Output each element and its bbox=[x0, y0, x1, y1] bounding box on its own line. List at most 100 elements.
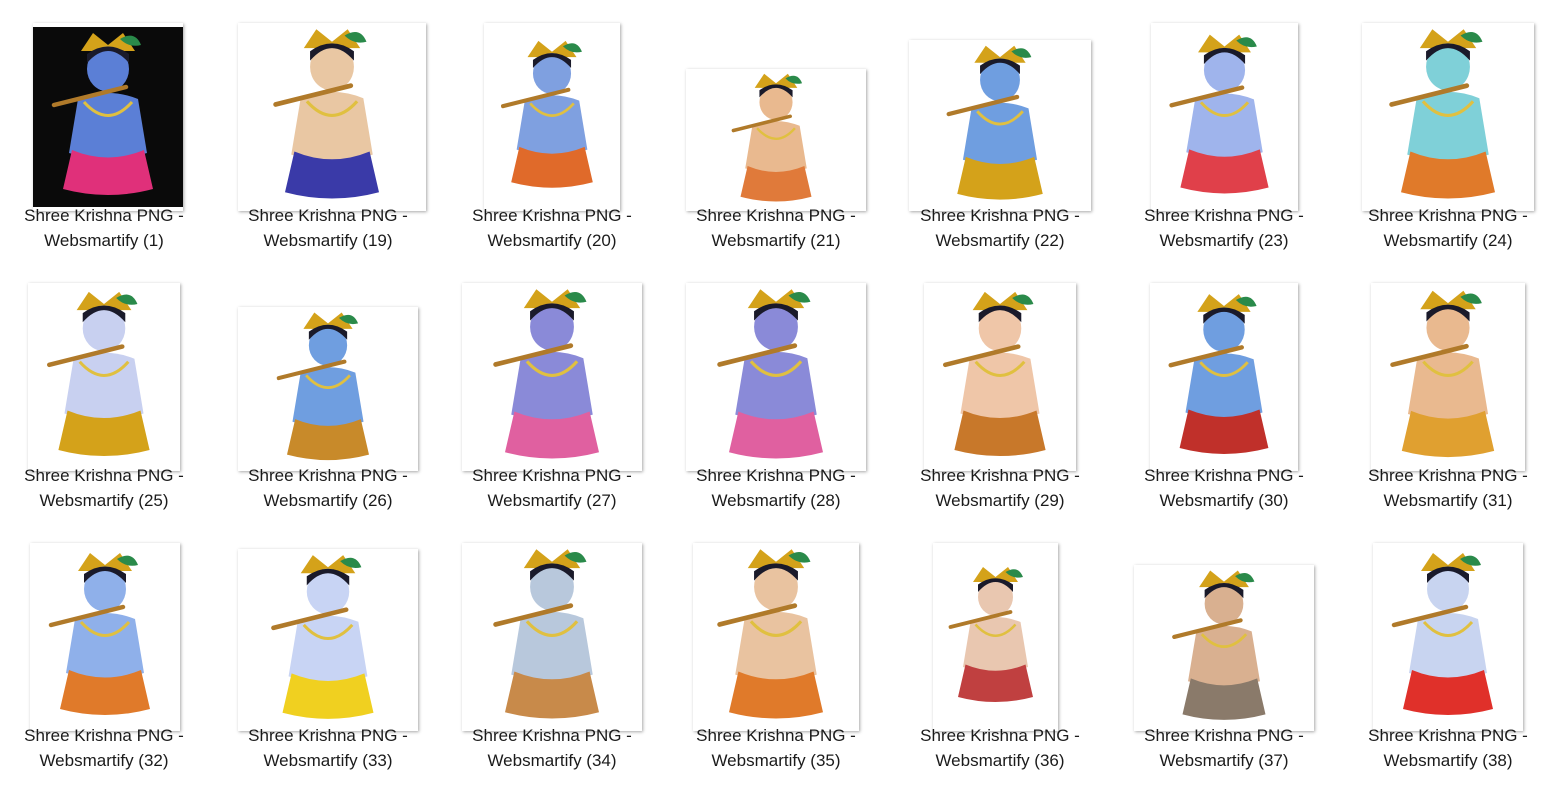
file-thumbnail[interactable] bbox=[1373, 543, 1523, 731]
file-name[interactable]: Shree Krishna PNG - Websmartify (19) bbox=[216, 203, 440, 253]
file-thumbnail[interactable] bbox=[686, 283, 866, 471]
file-name-line-1: Shree Krishna PNG - bbox=[1144, 726, 1304, 745]
thumbnail-area bbox=[216, 0, 440, 211]
file-item[interactable]: Shree Krishna PNG - Websmartify (29) bbox=[888, 260, 1112, 520]
file-thumbnail[interactable] bbox=[1371, 283, 1525, 471]
file-item[interactable]: Shree Krishna PNG - Websmartify (19) bbox=[216, 0, 440, 260]
file-thumbnail[interactable] bbox=[30, 543, 180, 731]
file-name[interactable]: Shree Krishna PNG - Websmartify (30) bbox=[1112, 463, 1336, 513]
file-name[interactable]: Shree Krishna PNG - Websmartify (26) bbox=[216, 463, 440, 513]
file-item[interactable]: Shree Krishna PNG - Websmartify (31) bbox=[1336, 260, 1547, 520]
file-grid: Shree Krishna PNG - Websmartify (1) Shree … bbox=[0, 0, 1547, 796]
thumbnail-area bbox=[1112, 260, 1336, 471]
file-item[interactable]: Shree Krishna PNG - Websmartify (25) bbox=[0, 260, 216, 520]
thumbnail-area bbox=[1112, 0, 1336, 211]
file-name[interactable]: Shree Krishna PNG - Websmartify (25) bbox=[0, 463, 216, 513]
krishna-figure-icon bbox=[253, 23, 411, 211]
file-name-line-1: Shree Krishna PNG - bbox=[1368, 726, 1528, 745]
file-item[interactable]: Shree Krishna PNG - Websmartify (36) bbox=[888, 520, 1112, 780]
file-item[interactable]: Shree Krishna PNG - Websmartify (21) bbox=[664, 0, 888, 260]
file-thumbnail[interactable] bbox=[1134, 565, 1314, 731]
file-name-line-2: Websmartify (31) bbox=[1383, 491, 1513, 510]
file-name[interactable]: Shree Krishna PNG - Websmartify (23) bbox=[1112, 203, 1336, 253]
krishna-figure-icon bbox=[30, 547, 180, 727]
file-item[interactable]: Shree Krishna PNG - Websmartify (1) bbox=[0, 0, 216, 260]
file-item[interactable]: Shree Krishna PNG - Websmartify (37) bbox=[1112, 520, 1336, 780]
file-name[interactable]: Shree Krishna PNG - Websmartify (38) bbox=[1336, 723, 1547, 773]
thumbnail-area bbox=[440, 260, 664, 471]
file-thumbnail[interactable] bbox=[909, 40, 1091, 211]
file-name[interactable]: Shree Krishna PNG - Websmartify (1) bbox=[0, 203, 216, 253]
file-thumbnail[interactable] bbox=[693, 543, 859, 731]
file-name-line-2: Websmartify (19) bbox=[263, 231, 393, 250]
krishna-figure-icon bbox=[1150, 288, 1298, 466]
file-item[interactable]: Shree Krishna PNG - Websmartify (33) bbox=[216, 520, 440, 780]
file-name[interactable]: Shree Krishna PNG - Websmartify (27) bbox=[440, 463, 664, 513]
file-thumbnail[interactable] bbox=[1362, 23, 1534, 211]
file-thumbnail[interactable] bbox=[462, 543, 642, 731]
file-thumbnail[interactable] bbox=[238, 307, 418, 471]
file-item[interactable]: Shree Krishna PNG - Websmartify (22) bbox=[888, 0, 1112, 260]
krishna-figure-icon bbox=[933, 562, 1058, 712]
krishna-figure-icon bbox=[484, 35, 620, 199]
file-item[interactable]: Shree Krishna PNG - Websmartify (20) bbox=[440, 0, 664, 260]
file-item[interactable]: Shree Krishna PNG - Websmartify (32) bbox=[0, 520, 216, 780]
file-name[interactable]: Shree Krishna PNG - Websmartify (24) bbox=[1336, 203, 1547, 253]
file-thumbnail[interactable] bbox=[238, 23, 426, 211]
krishna-figure-icon bbox=[252, 549, 404, 731]
file-name[interactable]: Shree Krishna PNG - Websmartify (36) bbox=[888, 723, 1112, 773]
file-name-line-2: Websmartify (24) bbox=[1383, 231, 1513, 250]
file-name[interactable]: Shree Krishna PNG - Websmartify (28) bbox=[664, 463, 888, 513]
file-thumbnail[interactable] bbox=[1151, 23, 1298, 211]
file-name[interactable]: Shree Krishna PNG - Websmartify (21) bbox=[664, 203, 888, 253]
file-thumbnail[interactable] bbox=[484, 23, 620, 211]
file-item[interactable]: Shree Krishna PNG - Websmartify (27) bbox=[440, 260, 664, 520]
file-item[interactable]: Shree Krishna PNG - Websmartify (35) bbox=[664, 520, 888, 780]
file-name-line-2: Websmartify (30) bbox=[1159, 491, 1289, 510]
file-name[interactable]: Shree Krishna PNG - Websmartify (34) bbox=[440, 723, 664, 773]
file-name-line-1: Shree Krishna PNG - bbox=[1368, 206, 1528, 225]
file-name-line-2: Websmartify (37) bbox=[1159, 751, 1289, 770]
krishna-figure-icon bbox=[928, 40, 1072, 211]
file-thumbnail[interactable] bbox=[686, 69, 866, 211]
file-item[interactable]: Shree Krishna PNG - Websmartify (34) bbox=[440, 520, 664, 780]
file-name[interactable]: Shree Krishna PNG - Websmartify (32) bbox=[0, 723, 216, 773]
thumbnail-area bbox=[0, 0, 216, 211]
thumbnail-area bbox=[1336, 0, 1547, 211]
file-thumbnail[interactable] bbox=[462, 283, 642, 471]
file-thumbnail[interactable] bbox=[1150, 283, 1298, 471]
file-name[interactable]: Shree Krishna PNG - Websmartify (31) bbox=[1336, 463, 1547, 513]
thumbnail-area bbox=[440, 520, 664, 731]
file-item[interactable]: Shree Krishna PNG - Websmartify (24) bbox=[1336, 0, 1547, 260]
file-thumbnail[interactable] bbox=[933, 543, 1058, 731]
file-name-line-1: Shree Krishna PNG - bbox=[24, 726, 184, 745]
file-item[interactable]: Shree Krishna PNG - Websmartify (26) bbox=[216, 260, 440, 520]
thumbnail-area bbox=[664, 520, 888, 731]
file-thumbnail[interactable] bbox=[33, 23, 183, 211]
thumbnail-area bbox=[1112, 520, 1336, 731]
file-thumbnail[interactable] bbox=[28, 283, 180, 471]
file-item[interactable]: Shree Krishna PNG - Websmartify (38) bbox=[1336, 520, 1547, 780]
file-name[interactable]: Shree Krishna PNG - Websmartify (22) bbox=[888, 203, 1112, 253]
file-name[interactable]: Shree Krishna PNG - Websmartify (20) bbox=[440, 203, 664, 253]
file-name[interactable]: Shree Krishna PNG - Websmartify (33) bbox=[216, 723, 440, 773]
file-thumbnail[interactable] bbox=[238, 549, 418, 731]
file-item[interactable]: Shree Krishna PNG - Websmartify (28) bbox=[664, 260, 888, 520]
thumbnail-area bbox=[1336, 260, 1547, 471]
file-name[interactable]: Shree Krishna PNG - Websmartify (29) bbox=[888, 463, 1112, 513]
file-item[interactable]: Shree Krishna PNG - Websmartify (30) bbox=[1112, 260, 1336, 520]
file-name-line-1: Shree Krishna PNG - bbox=[248, 726, 408, 745]
file-name-line-2: Websmartify (35) bbox=[711, 751, 841, 770]
file-name[interactable]: Shree Krishna PNG - Websmartify (35) bbox=[664, 723, 888, 773]
file-name[interactable]: Shree Krishna PNG - Websmartify (37) bbox=[1112, 723, 1336, 773]
krishna-figure-icon bbox=[473, 283, 631, 471]
file-name-line-2: Websmartify (26) bbox=[263, 491, 393, 510]
thumbnail-area bbox=[1336, 520, 1547, 731]
krishna-figure-icon bbox=[1154, 565, 1294, 731]
krishna-figure-icon bbox=[697, 543, 855, 731]
krishna-figure-icon bbox=[716, 69, 836, 211]
file-thumbnail[interactable] bbox=[924, 283, 1076, 471]
file-name-line-1: Shree Krishna PNG - bbox=[920, 206, 1080, 225]
file-item[interactable]: Shree Krishna PNG - Websmartify (23) bbox=[1112, 0, 1336, 260]
file-name-line-2: Websmartify (1) bbox=[44, 231, 164, 250]
